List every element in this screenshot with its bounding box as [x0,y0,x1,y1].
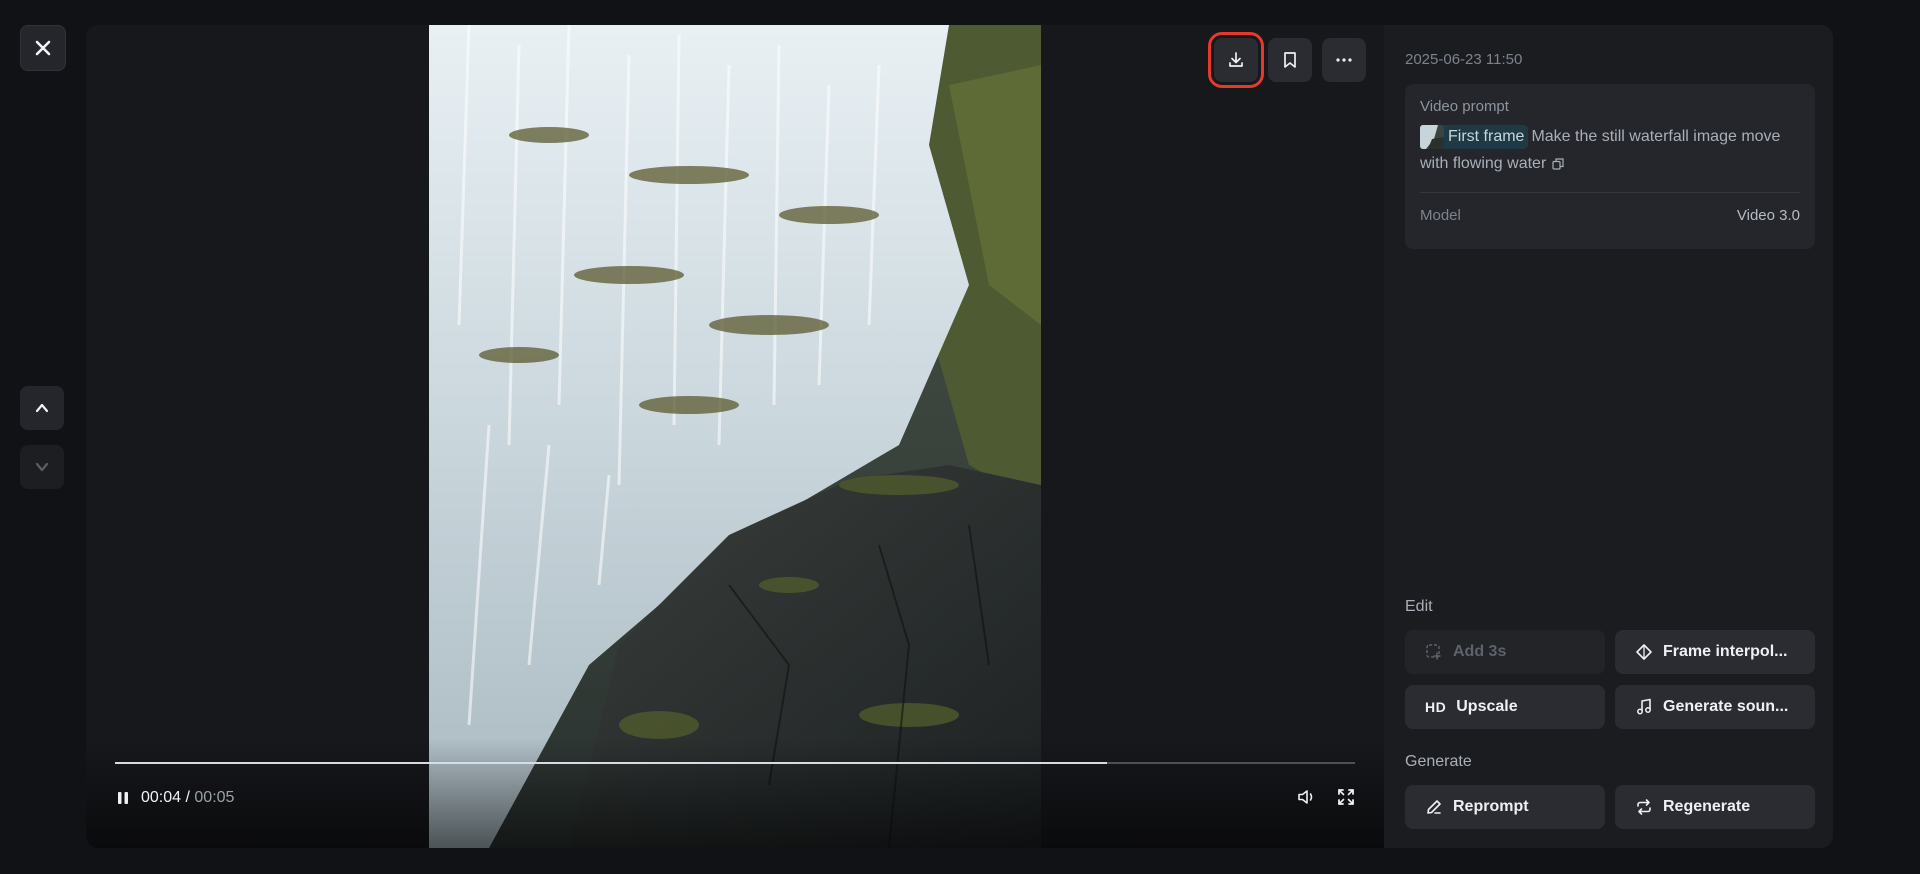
frame-interpolation-button[interactable]: Frame interpol... [1615,630,1815,674]
more-button[interactable] [1322,38,1366,82]
model-label: Model [1420,207,1461,224]
total-time: 00:05 [194,789,235,806]
add-clip-icon [1426,644,1441,660]
add-3s-label: Add 3s [1453,643,1507,660]
frame-interpolation-label: Frame interpol... [1663,643,1788,660]
progress-fill [115,762,1107,764]
first-frame-label: First frame [1448,128,1525,146]
video-actions [1208,32,1366,88]
diamond-icon [1636,644,1652,660]
waterfall-video-frame [429,25,1041,848]
model-value: Video 3.0 [1736,207,1800,224]
time-display: 00:04 / 00:05 [115,789,234,807]
previous-button[interactable] [20,386,64,430]
download-button[interactable] [1208,32,1264,88]
repeat-icon [1637,799,1651,815]
generate-sound-button[interactable]: Generate soun... [1615,685,1815,729]
card-divider [1420,192,1800,193]
prompt-body: First frame Make the still waterfall ima… [1420,123,1800,177]
reprompt-button[interactable]: Reprompt [1405,785,1605,829]
first-frame-chip[interactable]: First frame [1420,124,1529,149]
upscale-button[interactable]: HD Upscale [1405,685,1605,729]
fullscreen-icon[interactable] [1337,788,1355,806]
next-button[interactable] [20,445,64,489]
regenerate-button[interactable]: Regenerate [1615,785,1815,829]
created-timestamp: 2025-06-23 11:50 [1405,51,1523,68]
prompt-label: Video prompt [1420,98,1509,115]
video-stage: 00:04 / 00:05 [86,25,1384,848]
volume-icon[interactable] [1297,788,1317,806]
details-panel: 2025-06-23 11:50 Video prompt First fram… [1384,25,1833,848]
add-3s-button[interactable]: Add 3s [1405,630,1605,674]
upscale-label: Upscale [1456,698,1518,715]
bookmark-button[interactable] [1268,38,1312,82]
chevron-up-icon [35,403,49,413]
music-note-icon [1637,698,1651,715]
bookmark-icon [1284,52,1296,68]
generate-section-label: Generate [1405,753,1472,770]
generate-sound-label: Generate soun... [1663,698,1789,715]
regenerate-label: Regenerate [1663,798,1751,815]
current-time: 00:04 [141,789,182,806]
chevron-down-icon [35,462,49,472]
first-frame-thumbnail [1420,124,1444,149]
progress-bar[interactable] [115,762,1355,764]
download-icon [1229,52,1243,67]
video-player[interactable] [429,25,1041,848]
hd-icon: HD [1425,699,1447,715]
close-button[interactable] [20,25,66,71]
model-row: Model Video 3.0 [1420,207,1800,224]
more-icon [1336,58,1352,62]
close-icon [35,40,51,56]
copy-icon[interactable] [1552,158,1564,170]
time-separator: / [181,789,195,806]
prompt-card: Video prompt First frame Make the still … [1405,84,1815,249]
edit-section-label: Edit [1405,598,1433,615]
reprompt-label: Reprompt [1453,798,1529,815]
pause-icon[interactable] [115,790,131,806]
pencil-icon [1427,800,1441,814]
player-right-controls [1297,788,1355,806]
player-controls: 00:04 / 00:05 [86,738,1384,848]
